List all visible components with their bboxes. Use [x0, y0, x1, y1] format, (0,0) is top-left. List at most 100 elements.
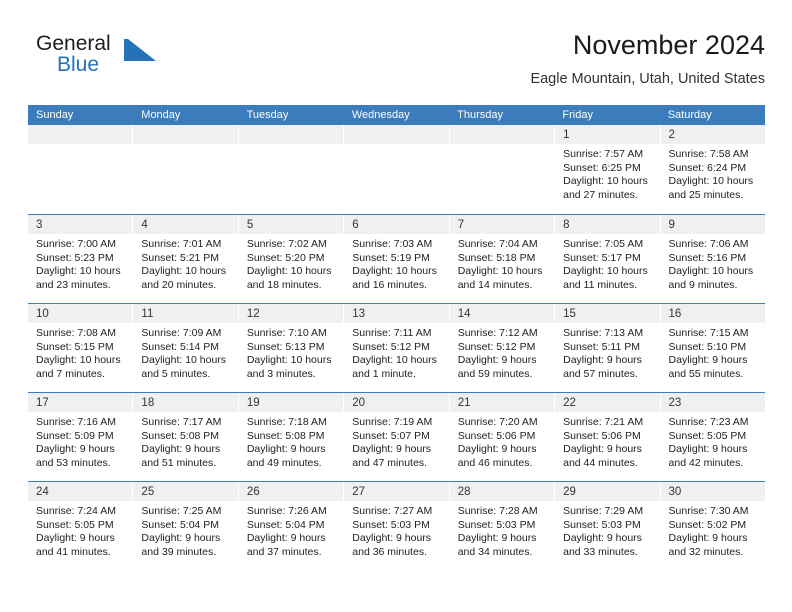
sunrise-time: Sunrise: 7:19 AM [352, 416, 433, 428]
calendar-day-cell-empty [238, 125, 345, 214]
day-details: Sunrise: 7:20 AM Sunset: 5:06 PM Daylight:… [450, 412, 554, 470]
sunset-time: Sunset: 5:12 PM [457, 340, 536, 353]
calendar-day-cell-empty [133, 125, 239, 214]
calendar-day-cell[interactable]: 15 Sunrise: 7:13 AM Sunset: 5:11 PM Dayligh… [555, 304, 661, 392]
day-number-band: 12 [238, 304, 344, 323]
sunset-time: Sunset: 5:16 PM [668, 251, 747, 264]
calendar-day-cell[interactable]: 8 Sunrise: 7:05 AM Sunset: 5:17 PM Daylight… [555, 215, 661, 303]
sunrise-time: Sunrise: 7:16 AM [36, 416, 116, 428]
brand-name-blue: Blue [57, 53, 100, 76]
calendar-day-cell[interactable]: 11 Sunrise: 7:09 AM Sunset: 5:14 PM Dayligh… [133, 304, 239, 392]
day-number-band: 4 [133, 215, 238, 234]
sunrise-time: Sunrise: 7:27 AM [352, 505, 433, 517]
sunrise-time: Sunrise: 7:58 AM [668, 148, 749, 160]
day-number: 6 [352, 219, 359, 231]
calendar-day-cell[interactable]: 4 Sunrise: 7:01 AM Sunset: 5:21 PM Daylight… [133, 215, 239, 303]
day-details: Sunrise: 7:21 AM Sunset: 5:06 PM Daylight:… [555, 412, 659, 470]
daylight-duration-line2: and 34 minutes. [457, 545, 533, 558]
calendar-day-cell[interactable]: 13 Sunrise: 7:11 AM Sunset: 5:12 PM Dayligh… [344, 304, 450, 392]
calendar-day-cell[interactable]: 24 Sunrise: 7:24 AM Sunset: 5:05 PM Dayligh… [28, 482, 134, 570]
sunset-time: Sunset: 5:06 PM [457, 429, 536, 442]
day-number: 30 [668, 486, 682, 498]
daylight-duration-line1: Daylight: 10 hours [563, 175, 648, 188]
day-number-band: 3 [28, 215, 133, 234]
daylight-duration-line2: and 3 minutes. [246, 367, 316, 380]
calendar-day-cell[interactable]: 25 Sunrise: 7:25 AM Sunset: 5:04 PM Dayligh… [133, 482, 239, 570]
calendar-day-cell-empty [449, 125, 556, 214]
day-number-band: 23 [660, 393, 765, 412]
sunrise-time: Sunrise: 7:25 AM [141, 505, 222, 517]
calendar-grid: Sunday Monday Tuesday Wednesday Thursday… [28, 105, 765, 570]
day-number-band [238, 125, 344, 144]
daylight-duration-line1: Daylight: 9 hours [668, 443, 748, 456]
sunset-time: Sunset: 6:25 PM [563, 161, 641, 174]
calendar-day-cell[interactable]: 14 Sunrise: 7:12 AM Sunset: 5:12 PM Dayligh… [449, 304, 556, 392]
day-number: 9 [668, 219, 675, 231]
day-details: Sunrise: 7:25 AM Sunset: 5:04 PM Daylight:… [133, 501, 237, 559]
day-number-band [449, 125, 555, 144]
daylight-duration-line1: Daylight: 9 hours [36, 443, 115, 456]
brand-logo[interactable]: General Blue [28, 32, 228, 88]
calendar-day-cell[interactable]: 2 Sunrise: 7:58 AM Sunset: 6:24 PM Daylight… [660, 125, 765, 214]
day-number: 7 [457, 219, 465, 231]
calendar-day-cell[interactable]: 3 Sunrise: 7:00 AM Sunset: 5:23 PM Daylight… [28, 215, 134, 303]
calendar-day-cell[interactable]: 10 Sunrise: 7:08 AM Sunset: 5:15 PM Dayligh… [28, 304, 134, 392]
calendar-day-cell[interactable]: 20 Sunrise: 7:19 AM Sunset: 5:07 PM Dayligh… [344, 393, 450, 481]
day-number: 14 [457, 308, 471, 320]
daylight-duration-line1: Daylight: 9 hours [457, 354, 537, 367]
calendar-day-cell[interactable]: 9 Sunrise: 7:06 AM Sunset: 5:16 PM Daylight… [660, 215, 765, 303]
calendar-page: General Blue November 2024 Eagle Mountai… [0, 0, 792, 612]
day-number: 11 [141, 308, 154, 320]
day-details: Sunrise: 7:05 AM Sunset: 5:17 PM Daylight:… [555, 234, 659, 292]
day-details: Sunrise: 7:24 AM Sunset: 5:05 PM Daylight:… [28, 501, 132, 559]
sunset-time: Sunset: 5:10 PM [668, 340, 747, 353]
calendar-day-cell[interactable]: 5 Sunrise: 7:02 AM Sunset: 5:20 PM Daylight… [238, 215, 345, 303]
calendar-day-cell[interactable]: 12 Sunrise: 7:10 AM Sunset: 5:13 PM Dayligh… [238, 304, 345, 392]
daylight-duration-line2: and 20 minutes. [141, 278, 217, 291]
day-number-band [133, 125, 238, 144]
calendar-day-cell[interactable]: 21 Sunrise: 7:20 AM Sunset: 5:06 PM Dayligh… [449, 393, 556, 481]
calendar-day-cell[interactable]: 18 Sunrise: 7:17 AM Sunset: 5:08 PM Dayligh… [133, 393, 239, 481]
day-number-band: 30 [660, 482, 765, 501]
day-number-band: 27 [344, 482, 449, 501]
daylight-duration-line2: and 57 minutes. [563, 367, 638, 380]
calendar-day-cell[interactable]: 1 Sunrise: 7:57 AM Sunset: 6:25 PM Daylight… [555, 125, 661, 214]
weekday-header-row: Sunday Monday Tuesday Wednesday Thursday… [28, 105, 765, 125]
calendar-day-cell[interactable]: 17 Sunrise: 7:16 AM Sunset: 5:09 PM Dayligh… [28, 393, 134, 481]
daylight-duration-line2: and 37 minutes. [246, 545, 322, 558]
day-number: 21 [457, 397, 471, 409]
calendar-day-cell[interactable]: 22 Sunrise: 7:21 AM Sunset: 5:06 PM Dayligh… [555, 393, 661, 481]
calendar-day-cell[interactable]: 7 Sunrise: 7:04 AM Sunset: 5:18 PM Daylight… [449, 215, 556, 303]
sunset-time: Sunset: 5:08 PM [141, 429, 220, 442]
day-details: Sunrise: 7:08 AM Sunset: 5:15 PM Daylight:… [28, 323, 132, 381]
calendar-day-cell[interactable]: 28 Sunrise: 7:28 AM Sunset: 5:03 PM Dayligh… [449, 482, 556, 570]
title-block: November 2024 Eagle Mountain, Utah, Unit… [530, 28, 765, 88]
sunset-time: Sunset: 5:07 PM [352, 429, 430, 442]
daylight-duration-line1: Daylight: 10 hours [352, 354, 437, 367]
calendar-day-cell[interactable]: 19 Sunrise: 7:18 AM Sunset: 5:08 PM Dayligh… [238, 393, 345, 481]
sunrise-time: Sunrise: 7:10 AM [246, 327, 327, 339]
calendar-day-cell[interactable]: 26 Sunrise: 7:26 AM Sunset: 5:04 PM Dayligh… [238, 482, 345, 570]
calendar-day-cell[interactable]: 23 Sunrise: 7:23 AM Sunset: 5:05 PM Dayligh… [660, 393, 765, 481]
daylight-duration-line2: and 27 minutes. [563, 188, 638, 201]
day-number-band: 11 [133, 304, 238, 323]
sunset-time: Sunset: 5:02 PM [668, 518, 747, 531]
day-number: 29 [563, 486, 576, 498]
day-number-band: 7 [449, 215, 555, 234]
day-number: 20 [352, 397, 366, 409]
daylight-duration-line1: Daylight: 10 hours [563, 265, 648, 278]
daylight-duration-line1: Daylight: 9 hours [668, 354, 748, 367]
day-details: Sunrise: 7:16 AM Sunset: 5:09 PM Daylight:… [28, 412, 132, 470]
daylight-duration-line1: Daylight: 9 hours [563, 443, 642, 456]
calendar-week-row: 17 Sunrise: 7:16 AM Sunset: 5:09 PM Dayligh… [28, 392, 765, 481]
sunrise-time: Sunrise: 7:04 AM [457, 238, 538, 250]
day-number: 18 [141, 397, 155, 409]
day-details: Sunrise: 7:12 AM Sunset: 5:12 PM Daylight:… [450, 323, 554, 381]
calendar-day-cell[interactable]: 30 Sunrise: 7:30 AM Sunset: 5:02 PM Dayligh… [660, 482, 765, 570]
calendar-day-cell[interactable]: 29 Sunrise: 7:29 AM Sunset: 5:03 PM Dayligh… [555, 482, 661, 570]
calendar-day-cell[interactable]: 16 Sunrise: 7:15 AM Sunset: 5:10 PM Dayligh… [660, 304, 765, 392]
calendar-day-cell[interactable]: 27 Sunrise: 7:27 AM Sunset: 5:03 PM Dayligh… [344, 482, 450, 570]
sunrise-time: Sunrise: 7:17 AM [141, 416, 222, 428]
day-details: Sunrise: 7:01 AM Sunset: 5:21 PM Daylight:… [133, 234, 237, 292]
calendar-day-cell[interactable]: 6 Sunrise: 7:03 AM Sunset: 5:19 PM Daylight… [344, 215, 450, 303]
